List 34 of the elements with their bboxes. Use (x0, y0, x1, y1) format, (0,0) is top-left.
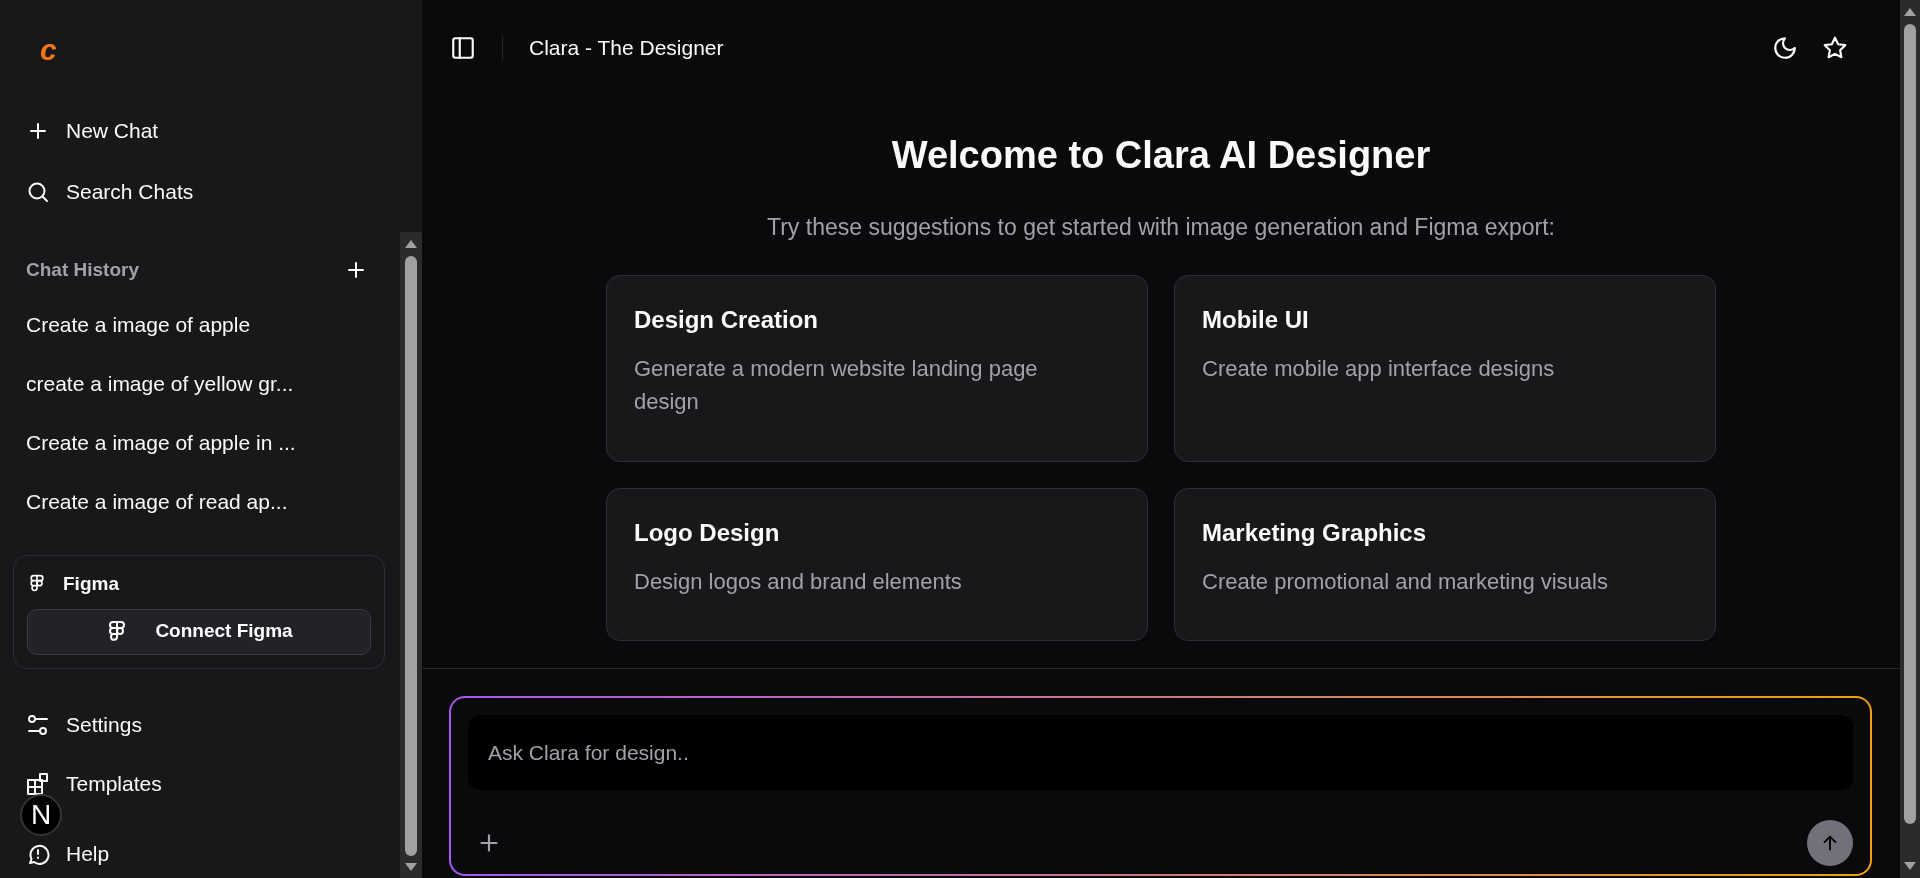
nav-item[interactable]: New Chat (26, 119, 159, 143)
send-button[interactable] (1807, 820, 1853, 866)
connect-button[interactable]: Connect Figma (27, 608, 371, 655)
chat-history-item[interactable]: Create a image of read ap... (26, 486, 288, 516)
star-icon (1822, 34, 1848, 61)
nav-item[interactable]: Search Chats (26, 180, 194, 204)
chat-input[interactable]: Ask Clara for design.. (468, 715, 1853, 790)
section-title: Chat History (26, 257, 139, 282)
logo[interactable]: c (40, 35, 57, 65)
nav-item[interactable]: Settings (26, 712, 142, 737)
suggestion-card[interactable]: Design Creation Generate a modern website landing page design (606, 274, 1148, 462)
avatar-badge[interactable]: N (20, 794, 62, 836)
scrollbar[interactable] (1900, 0, 1920, 878)
moon-icon (1772, 34, 1798, 61)
welcome-heading: Welcome to Clara AI Designer (891, 133, 1431, 178)
sliders-icon (26, 712, 50, 737)
theme-toggle-button[interactable] (1772, 34, 1798, 61)
nav-item[interactable]: Templates (26, 771, 162, 796)
suggestion-card[interactable]: Mobile UI Create mobile app interface designs (1174, 274, 1716, 462)
sidebar-icon (450, 34, 476, 61)
welcome-subtitle: Try these suggestions to get started with image generation and Figma export: (767, 213, 1555, 242)
suggestion-card[interactable]: Marketing Graphics Create promotional and marketing visuals (1174, 487, 1716, 641)
favorite-button[interactable] (1822, 34, 1848, 61)
chat-history-item[interactable]: Create a image of apple in ... (26, 427, 296, 457)
page-title: Clara - The Designer (529, 34, 724, 61)
chat-history-item[interactable]: create a image of yellow gr... (26, 368, 294, 398)
chat-history-item[interactable]: Create a image of apple (26, 309, 251, 339)
search-icon (26, 180, 50, 204)
blocks-icon (26, 771, 50, 796)
suggestion-card[interactable]: Logo Design Design logos and brand elements (606, 487, 1148, 641)
scrollbar[interactable] (400, 232, 422, 878)
sidebar-toggle-button[interactable] (450, 34, 476, 61)
nav-item[interactable]: Help (26, 841, 110, 866)
card-title: Figma (63, 572, 119, 596)
